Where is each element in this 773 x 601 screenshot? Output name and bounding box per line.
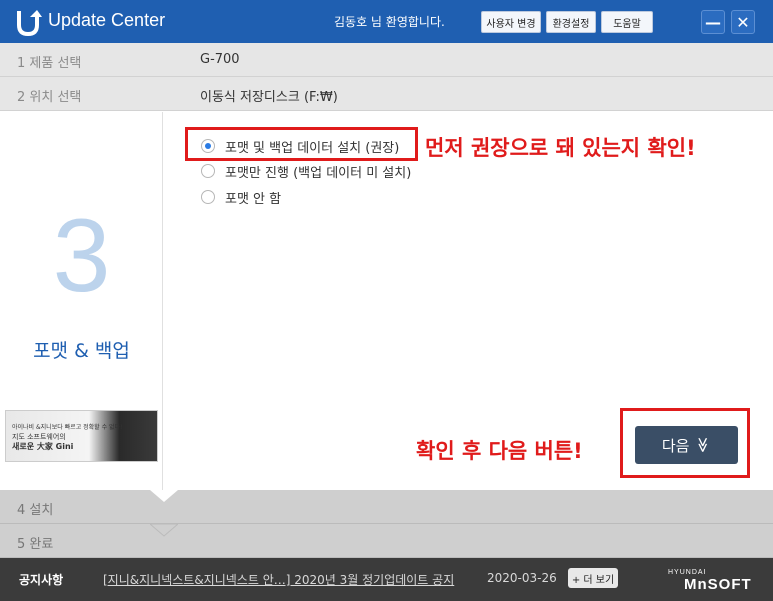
- next-button-label: 다음: [661, 436, 690, 455]
- step-4-label: 4 설치: [17, 503, 54, 518]
- step-1-value: G-700: [200, 52, 240, 67]
- banner-line-3: 새로운 大家 Gini: [12, 442, 74, 451]
- current-step-number: 3: [52, 198, 111, 314]
- notice-title: 공지사항: [19, 573, 64, 587]
- notice-link[interactable]: [지니&지니넥스트&지니넥스트 안…] 2020년 3월 정기업데이트 공지: [103, 571, 454, 588]
- option-format-backup-label[interactable]: 포맷 및 백업 데이터 설치 (권장): [225, 137, 399, 156]
- chevron-down-double-icon: ≫: [694, 437, 713, 453]
- brand-logo-small: HYUNDAI: [668, 569, 707, 576]
- settings-button[interactable]: 환경설정: [546, 11, 596, 33]
- notice-bar: 공지사항 [지니&지니넥스트&지니넥스트 안…] 2020년 3월 정기업데이트…: [0, 558, 773, 601]
- minimize-button[interactable]: —: [701, 10, 725, 34]
- step-1-label: 1 제품 선택: [17, 56, 82, 71]
- close-button[interactable]: ✕: [731, 10, 755, 34]
- step-4-row[interactable]: 4 설치: [0, 490, 773, 524]
- annotation-check-recommended: 먼저 권장으로 돼 있는지 확인!: [425, 136, 696, 160]
- step-5-row[interactable]: 5 완료: [0, 524, 773, 558]
- step-notch-icon: [150, 524, 178, 537]
- step-indicator-panel: 3 포맷 & 백업 아이나비 &지니보다 빠르고 정확할 수 없다! 지도 소프…: [0, 112, 163, 490]
- current-step-name: 포맷 & 백업: [33, 340, 130, 362]
- step-notch-icon: [150, 490, 178, 502]
- title-bar: Update Center 김동호 님 환영합니다. 사용자 변경 환경설정 도…: [0, 0, 773, 43]
- option-format-only-radio[interactable]: [201, 164, 215, 178]
- brand-logo: MnSOFT: [684, 576, 752, 593]
- minimize-icon: —: [705, 12, 721, 32]
- format-backup-panel: 포맷 및 백업 데이터 설치 (권장) 포맷만 진행 (백업 데이터 미 설치)…: [164, 112, 773, 490]
- step-5-label: 5 완료: [17, 537, 54, 552]
- promo-banner[interactable]: 아이나비 &지니보다 빠르고 정확할 수 없다! 지도 소프트웨어의 새로운 大…: [5, 410, 158, 462]
- step-1-row[interactable]: 1 제품 선택 G-700: [0, 43, 773, 77]
- option-format-only-label[interactable]: 포맷만 진행 (백업 데이터 미 설치): [225, 162, 411, 181]
- close-icon: ✕: [736, 12, 750, 32]
- next-button[interactable]: 다음 ≫: [635, 426, 738, 464]
- help-button[interactable]: 도움말: [601, 11, 653, 33]
- app-title: Update Center: [48, 10, 166, 30]
- step-2-label: 2 위치 선택: [17, 90, 82, 105]
- option-no-format-radio[interactable]: [201, 190, 215, 204]
- step-2-value: 이동식 저장디스크 (F:₩): [200, 90, 338, 105]
- user-change-button[interactable]: 사용자 변경: [481, 11, 541, 33]
- option-no-format-label[interactable]: 포맷 안 함: [225, 188, 281, 207]
- update-center-logo-icon: [17, 10, 42, 37]
- notice-date: 2020-03-26: [487, 571, 557, 585]
- step-2-row[interactable]: 2 위치 선택 이동식 저장디스크 (F:₩): [0, 77, 773, 111]
- banner-line-1: 아이나비 &지니보다 빠르고 정확할 수 없다!: [12, 424, 123, 431]
- welcome-text: 김동호 님 환영합니다.: [334, 15, 445, 29]
- more-notice-button[interactable]: + 더 보기: [568, 568, 618, 588]
- annotation-next-button: 확인 후 다음 버튼!: [416, 439, 583, 463]
- option-format-backup-radio[interactable]: [201, 139, 215, 153]
